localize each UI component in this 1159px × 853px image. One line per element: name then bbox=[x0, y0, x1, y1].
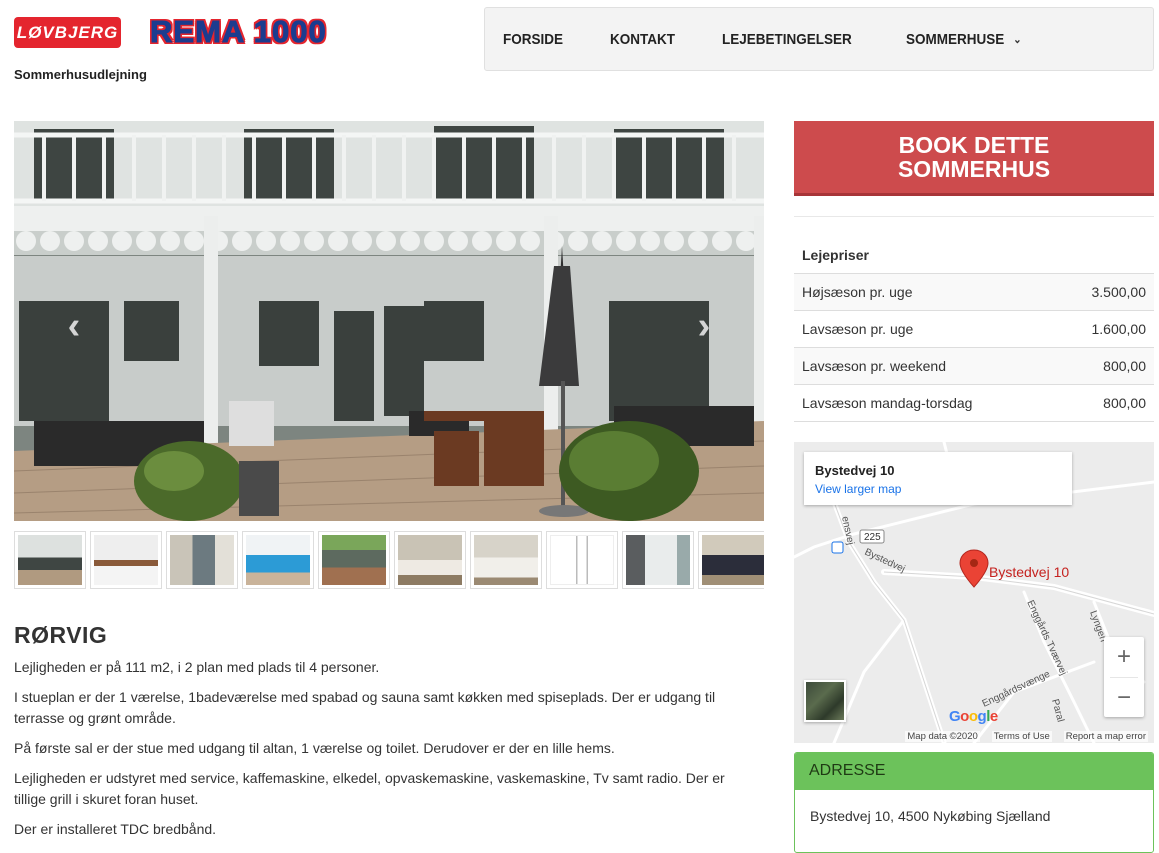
thumbnail[interactable] bbox=[546, 531, 618, 589]
thumbnail[interactable] bbox=[698, 531, 764, 589]
satellite-toggle-button[interactable] bbox=[804, 680, 846, 722]
chevron-right-icon[interactable]: › bbox=[689, 305, 719, 347]
divider bbox=[794, 216, 1154, 217]
price-rows: Højsæson pr. uge 3.500,00 Lavsæson pr. u… bbox=[794, 274, 1154, 422]
map-road-label: Enggårdsvænge bbox=[980, 668, 1052, 710]
nav-item-kontakt[interactable]: KONTAKT bbox=[610, 31, 675, 48]
view-larger-map-link[interactable]: View larger map bbox=[815, 482, 1061, 496]
price-label: Lavsæson pr. uge bbox=[802, 321, 914, 337]
description-paragraph: På første sal er der stue med udgang til… bbox=[14, 740, 615, 756]
thumbnail[interactable] bbox=[166, 531, 238, 589]
price-label: Højsæson pr. uge bbox=[802, 284, 913, 300]
site-subtitle: Sommerhusudlejning bbox=[14, 67, 147, 82]
thumbnail[interactable] bbox=[318, 531, 390, 589]
main-nav: FORSIDE KONTAKT LEJEBETINGELSER SOMMERHU… bbox=[484, 7, 1154, 71]
price-value: 3.500,00 bbox=[1091, 284, 1147, 300]
price-label: Lavsæson pr. weekend bbox=[802, 358, 946, 374]
thumbnail[interactable] bbox=[622, 531, 694, 589]
thumbnail[interactable] bbox=[394, 531, 466, 589]
thumbnail[interactable] bbox=[90, 531, 162, 589]
chevron-down-icon: ⌄ bbox=[1013, 33, 1022, 46]
price-table: Lejepriser Højsæson pr. uge 3.500,00 Lav… bbox=[794, 237, 1154, 422]
price-value: 800,00 bbox=[1103, 358, 1146, 374]
price-label: Lavsæson mandag-torsdag bbox=[802, 395, 973, 411]
nav-item-sommerhuse[interactable]: SOMMERHUSE ⌄ bbox=[906, 31, 1022, 48]
address-panel: ADRESSE Bystedvej 10, 4500 Nykøbing Sjæl… bbox=[794, 752, 1154, 853]
address-heading: ADRESSE bbox=[795, 753, 1153, 790]
lovbjerg-logo[interactable]: LØVBJERG bbox=[14, 17, 121, 48]
price-row: Højsæson pr. uge 3.500,00 bbox=[794, 274, 1154, 311]
google-logo: Google bbox=[949, 708, 998, 725]
description-paragraph: Der er installeret TDC bredbånd. bbox=[14, 821, 217, 837]
map-zoom-controls: + − bbox=[1104, 637, 1144, 717]
map-road-label: Paral bbox=[1049, 698, 1066, 723]
map-road-label: 225 bbox=[864, 532, 881, 543]
report-map-error-link[interactable]: Report a map error bbox=[1063, 730, 1148, 742]
zoom-out-button[interactable]: − bbox=[1104, 678, 1144, 718]
terms-of-use-link[interactable]: Terms of Use bbox=[991, 730, 1052, 742]
book-house-button[interactable]: BOOK DETTE SOMMERHUS bbox=[794, 121, 1154, 196]
rema-1000-logo[interactable]: REMA 1000 bbox=[150, 14, 327, 50]
map-data-credit: Map data ©2020 bbox=[905, 730, 980, 742]
price-row: Lavsæson pr. weekend 800,00 bbox=[794, 348, 1154, 385]
price-row: Lavsæson pr. uge 1.600,00 bbox=[794, 311, 1154, 348]
map-road-label: ensvej bbox=[839, 515, 856, 546]
thumbnail[interactable] bbox=[242, 531, 314, 589]
nav-item-forside[interactable]: FORSIDE bbox=[503, 31, 563, 48]
listing-title: RØRVIG bbox=[14, 622, 108, 648]
map-road-label: Enggårds Tværvej bbox=[1024, 598, 1069, 677]
address-text: Bystedvej 10, 4500 Nykøbing Sjælland bbox=[810, 808, 1051, 824]
listing-description: Lejligheden er på 111 m2, i 2 plan med p… bbox=[14, 657, 754, 849]
thumbnail[interactable] bbox=[470, 531, 542, 589]
chevron-left-icon[interactable]: ‹ bbox=[59, 305, 89, 347]
nav-item-label: KONTAKT bbox=[609, 30, 675, 48]
price-value: 1.600,00 bbox=[1091, 321, 1147, 337]
price-row: Lavsæson mandag-torsdag 800,00 bbox=[794, 385, 1154, 422]
description-paragraph: Lejligheden er udstyret med service, kaf… bbox=[14, 770, 725, 807]
description-paragraph: I stueplan er der 1 værelse, 1badeværels… bbox=[14, 689, 716, 726]
nav-item-lejebetingelser[interactable]: LEJEBETINGELSER bbox=[722, 31, 852, 48]
map-pin-icon bbox=[959, 549, 989, 588]
book-button-label: BOOK DETTE SOMMERHUS bbox=[897, 132, 1051, 182]
thumbnail[interactable] bbox=[14, 531, 86, 589]
location-map[interactable]: 225 Bystedvej ensvej Enggårds Tværvej Ly… bbox=[794, 442, 1154, 743]
gallery-main-image[interactable]: ‹ › bbox=[14, 121, 764, 521]
nav-item-label: SOMMERHUSE bbox=[906, 30, 1005, 48]
map-info-card: Bystedvej 10 View larger map bbox=[804, 452, 1072, 505]
map-place-title: Bystedvej 10 bbox=[815, 463, 895, 478]
price-table-heading: Lejepriser bbox=[794, 237, 1154, 274]
nav-item-label: LEJEBETINGELSER bbox=[721, 30, 852, 48]
gallery-thumbnails bbox=[14, 531, 764, 591]
zoom-in-button[interactable]: + bbox=[1104, 637, 1144, 677]
map-pin-label: Bystedvej 10 bbox=[989, 564, 1070, 580]
map-footer: Map data ©2020 Terms of Use Report a map… bbox=[794, 729, 1154, 743]
house-photo bbox=[14, 121, 764, 521]
price-value: 800,00 bbox=[1103, 395, 1146, 411]
nav-item-label: FORSIDE bbox=[503, 30, 564, 48]
description-paragraph: Lejligheden er på 111 m2, i 2 plan med p… bbox=[14, 659, 380, 675]
